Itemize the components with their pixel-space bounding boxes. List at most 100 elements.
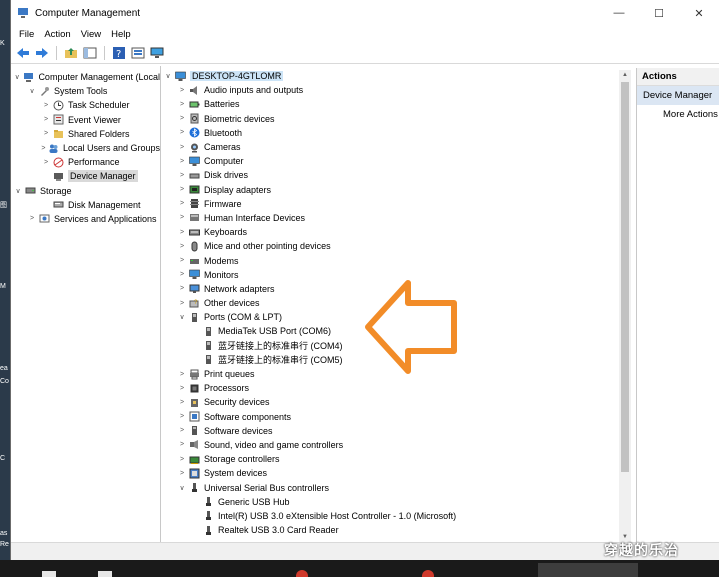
expand-chevron-icon[interactable]: > bbox=[41, 100, 51, 110]
device-category-row[interactable]: > Processors bbox=[163, 381, 631, 395]
taskbar-active-app[interactable] bbox=[538, 563, 638, 577]
properties-icon[interactable] bbox=[130, 45, 146, 61]
vertical-scrollbar[interactable]: ▲ ▼ bbox=[619, 70, 631, 542]
tree-item[interactable]: ∨ Computer Management (Local bbox=[11, 70, 160, 84]
expand-chevron-icon[interactable]: > bbox=[177, 227, 187, 237]
expand-chevron-icon[interactable]: > bbox=[177, 369, 187, 379]
menu-view[interactable]: View bbox=[77, 29, 107, 40]
back-icon[interactable] bbox=[15, 45, 31, 61]
menu-action[interactable]: Action bbox=[40, 29, 76, 40]
device-category-row[interactable]: ∨ Universal Serial Bus controllers bbox=[163, 480, 631, 494]
maximize-button[interactable]: ☐ bbox=[639, 0, 679, 26]
expand-chevron-icon[interactable]: > bbox=[177, 383, 187, 393]
device-category-row[interactable]: > Software components bbox=[163, 410, 631, 424]
device-category-row[interactable]: > Software devices bbox=[163, 424, 631, 438]
device-category-row[interactable]: > Disk drives bbox=[163, 168, 631, 182]
expand-chevron-icon[interactable]: > bbox=[41, 129, 51, 139]
expand-chevron-icon[interactable]: > bbox=[41, 143, 46, 153]
tree-item[interactable]: > Task Scheduler bbox=[11, 98, 160, 112]
device-category-row[interactable]: > Mice and other pointing devices bbox=[163, 239, 631, 253]
tree-item[interactable]: > Event Viewer bbox=[11, 113, 160, 127]
expand-chevron-icon[interactable]: > bbox=[177, 397, 187, 407]
expand-chevron-icon[interactable]: > bbox=[177, 199, 187, 209]
expand-chevron-icon[interactable]: > bbox=[177, 440, 187, 450]
tree-item[interactable]: > Shared Folders bbox=[11, 127, 160, 141]
device-category-row[interactable]: > Modems bbox=[163, 253, 631, 267]
expand-chevron-icon[interactable]: > bbox=[177, 85, 187, 95]
device-category-row[interactable]: > Biometric devices bbox=[163, 112, 631, 126]
expand-chevron-icon[interactable]: > bbox=[177, 256, 187, 266]
menu-help[interactable]: Help bbox=[107, 29, 137, 40]
taskbar-app-icon[interactable] bbox=[98, 571, 112, 577]
close-button[interactable]: ✕ bbox=[679, 0, 719, 26]
device-label: Modems bbox=[204, 255, 239, 266]
expand-chevron-icon[interactable]: > bbox=[177, 298, 187, 308]
expand-chevron-icon[interactable]: > bbox=[177, 468, 187, 478]
minimize-button[interactable]: — bbox=[599, 0, 639, 26]
device-row[interactable]: Realtek USB 3.0 Card Reader bbox=[163, 523, 631, 537]
expand-chevron-icon[interactable]: > bbox=[177, 114, 187, 124]
taskbar-app-icon[interactable] bbox=[422, 570, 434, 577]
up-folder-icon[interactable] bbox=[63, 45, 79, 61]
device-category-row[interactable]: > Keyboards bbox=[163, 225, 631, 239]
expand-chevron-icon[interactable]: > bbox=[41, 157, 51, 167]
collapse-chevron-icon[interactable]: ∨ bbox=[27, 86, 37, 96]
device-row[interactable]: Intel(R) USB 3.0 eXtensible Host Control… bbox=[163, 509, 631, 523]
scroll-up-icon[interactable]: ▲ bbox=[619, 70, 631, 80]
event-viewer-icon bbox=[53, 114, 64, 125]
monitor-icon[interactable] bbox=[149, 45, 165, 61]
menu-file[interactable]: File bbox=[15, 29, 40, 40]
expand-chevron-icon[interactable]: > bbox=[177, 170, 187, 180]
tree-item[interactable]: > Local Users and Groups bbox=[11, 141, 160, 155]
actions-device-manager[interactable]: Device Manager bbox=[637, 86, 719, 105]
expand-chevron-icon[interactable]: > bbox=[177, 99, 187, 109]
expand-chevron-icon[interactable]: > bbox=[177, 128, 187, 138]
device-category-row[interactable]: > Display adapters bbox=[163, 183, 631, 197]
collapse-chevron-icon[interactable]: ∨ bbox=[177, 483, 187, 493]
tree-item[interactable]: > Services and Applications bbox=[11, 212, 160, 226]
device-category-row[interactable]: > Audio inputs and outputs bbox=[163, 83, 631, 97]
expand-chevron-icon[interactable]: > bbox=[177, 284, 187, 294]
expand-chevron-icon[interactable]: > bbox=[177, 454, 187, 464]
device-category-row[interactable]: > Cameras bbox=[163, 140, 631, 154]
tree-item[interactable]: > Performance bbox=[11, 155, 160, 169]
device-category-row[interactable]: > Bluetooth bbox=[163, 126, 631, 140]
device-category-row[interactable]: > System devices bbox=[163, 466, 631, 480]
expand-chevron-icon[interactable]: > bbox=[177, 142, 187, 152]
expand-chevron-icon[interactable]: > bbox=[177, 156, 187, 166]
device-category-row[interactable]: > Batteries bbox=[163, 97, 631, 111]
tree-item[interactable]: Disk Management bbox=[11, 198, 160, 212]
device-root-row[interactable]: ∨ DESKTOP-4GTLOMR bbox=[163, 69, 631, 83]
tree-item[interactable]: Device Manager bbox=[11, 169, 160, 183]
more-actions-link[interactable]: More Actions bbox=[637, 105, 719, 124]
expand-chevron-icon[interactable]: > bbox=[177, 270, 187, 280]
tree-item[interactable]: ∨ Storage bbox=[11, 184, 160, 198]
device-category-row[interactable]: > Firmware bbox=[163, 197, 631, 211]
expand-chevron-icon[interactable]: > bbox=[177, 213, 187, 223]
device-category-row[interactable]: > Computer bbox=[163, 154, 631, 168]
device-row[interactable]: Generic USB Hub bbox=[163, 495, 631, 509]
collapse-chevron-icon[interactable]: ∨ bbox=[163, 71, 173, 81]
collapse-chevron-icon[interactable]: ∨ bbox=[13, 186, 23, 196]
expand-chevron-icon[interactable]: > bbox=[177, 241, 187, 251]
title-bar[interactable]: Computer Management — ☐ ✕ bbox=[11, 0, 719, 26]
show-hide-console-tree-icon[interactable] bbox=[82, 45, 98, 61]
expand-chevron-icon[interactable]: > bbox=[27, 214, 37, 224]
device-category-row[interactable]: > Human Interface Devices bbox=[163, 211, 631, 225]
taskbar-app-icon[interactable] bbox=[42, 571, 56, 577]
tree-item[interactable]: ∨ System Tools bbox=[11, 84, 160, 98]
collapse-chevron-icon[interactable]: ∨ bbox=[13, 72, 21, 82]
forward-icon[interactable] bbox=[34, 45, 50, 61]
device-category-row[interactable]: > Storage controllers bbox=[163, 452, 631, 466]
expand-chevron-icon[interactable]: > bbox=[177, 412, 187, 422]
scrollbar-thumb[interactable] bbox=[621, 82, 629, 472]
device-category-row[interactable]: > Sound, video and game controllers bbox=[163, 438, 631, 452]
collapse-chevron-icon[interactable]: ∨ bbox=[177, 312, 187, 322]
device-category-row[interactable]: > Security devices bbox=[163, 395, 631, 409]
expand-chevron-icon[interactable]: > bbox=[177, 185, 187, 195]
expand-chevron-icon[interactable]: > bbox=[41, 115, 51, 125]
expand-chevron-icon[interactable]: > bbox=[177, 426, 187, 436]
help-icon[interactable]: ? bbox=[111, 45, 127, 61]
taskbar-app-icon[interactable] bbox=[296, 570, 308, 577]
